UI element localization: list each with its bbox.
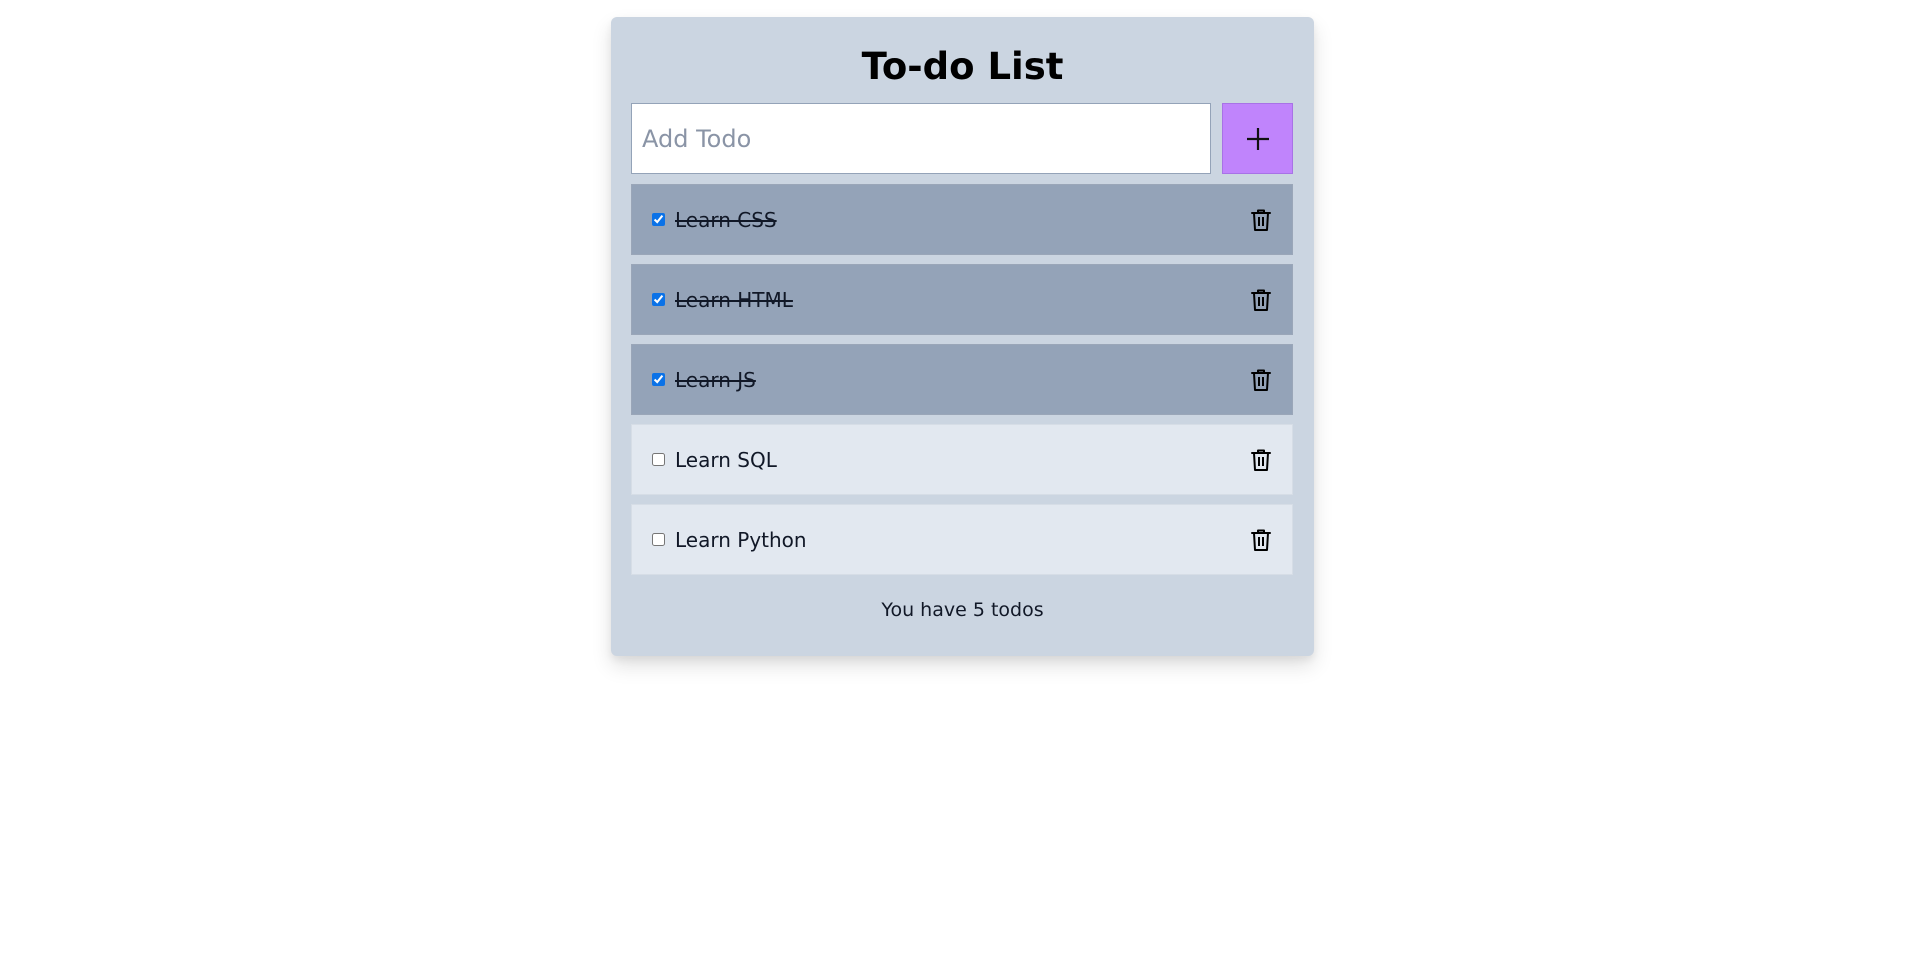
delete-todo-button[interactable]: [1250, 208, 1272, 232]
trash-icon: [1251, 369, 1271, 391]
todo-count: You have 5 todos: [881, 599, 1044, 621]
plus-icon: [1246, 127, 1269, 150]
delete-todo-button[interactable]: [1250, 368, 1272, 392]
todo-item: Learn Python: [631, 504, 1293, 575]
delete-todo-button[interactable]: [1250, 528, 1272, 552]
trash-icon: [1251, 209, 1271, 231]
todo-checkbox[interactable]: [652, 453, 665, 466]
todo-label: Learn SQL: [675, 447, 777, 472]
add-todo-button[interactable]: [1222, 103, 1293, 174]
delete-todo-button[interactable]: [1250, 448, 1272, 472]
todo-checkbox[interactable]: [652, 373, 665, 386]
todo-item: Learn HTML: [631, 264, 1293, 335]
todo-item: Learn CSS: [631, 184, 1293, 255]
page-title: To-do List: [861, 45, 1064, 88]
add-todo-input[interactable]: [631, 103, 1211, 174]
todo-item: Learn SQL: [631, 424, 1293, 495]
delete-todo-button[interactable]: [1250, 288, 1272, 312]
todo-checkbox[interactable]: [652, 293, 665, 306]
trash-icon: [1251, 449, 1271, 471]
todo-label: Learn Python: [675, 527, 807, 552]
todo-item: Learn JS: [631, 344, 1293, 415]
todo-checkbox[interactable]: [652, 213, 665, 226]
todo-label: Learn HTML: [675, 287, 793, 312]
todo-card: To-do List Learn CSS Learn HTML: [611, 17, 1314, 656]
trash-icon: [1251, 529, 1271, 551]
trash-icon: [1251, 289, 1271, 311]
todo-label: Learn CSS: [675, 207, 777, 232]
todo-label: Learn JS: [675, 367, 756, 392]
todo-list: Learn CSS Learn HTML Learn JS Learn SQL …: [631, 184, 1293, 584]
todo-checkbox[interactable]: [652, 533, 665, 546]
